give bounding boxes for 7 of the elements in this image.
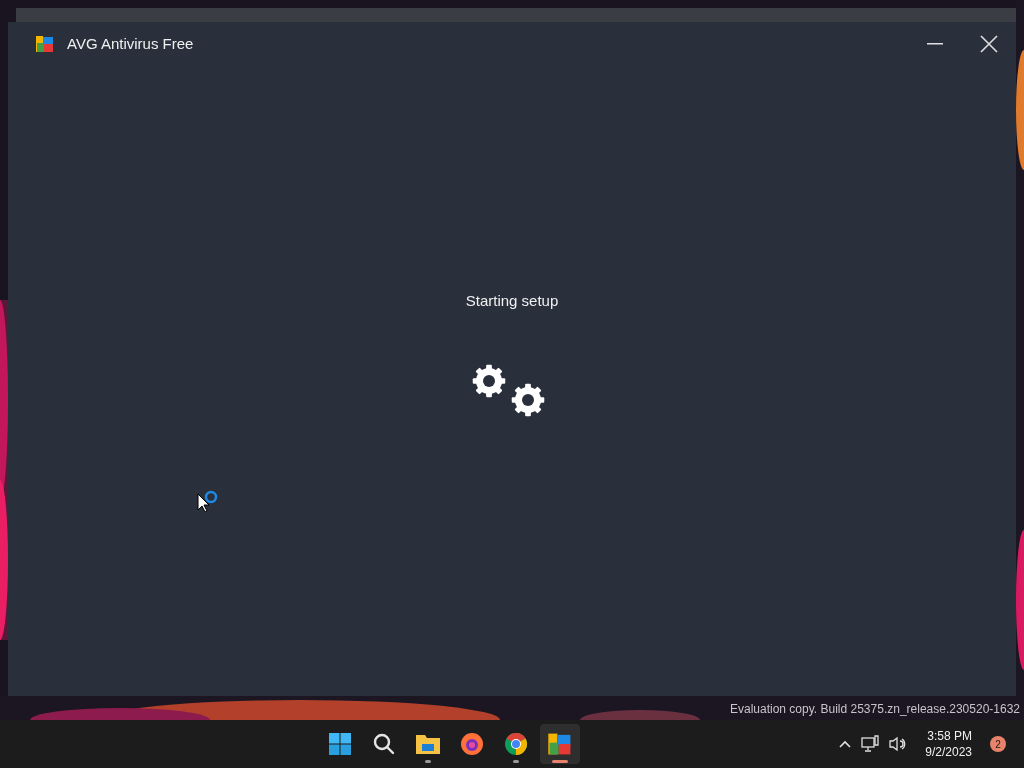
clock-time: 3:58 PM xyxy=(927,728,972,744)
window-title: AVG Antivirus Free xyxy=(67,33,194,54)
watermark-text: Evaluation copy. Build 25375.zn_release.230520-1632 xyxy=(730,701,1020,718)
status-message: Starting setup xyxy=(465,291,559,311)
notification-badge[interactable]: 2 xyxy=(990,736,1006,752)
clock-date: 9/2/2023 xyxy=(925,744,972,760)
clock[interactable]: 3:58 PM 9/2/2023 xyxy=(925,728,972,760)
